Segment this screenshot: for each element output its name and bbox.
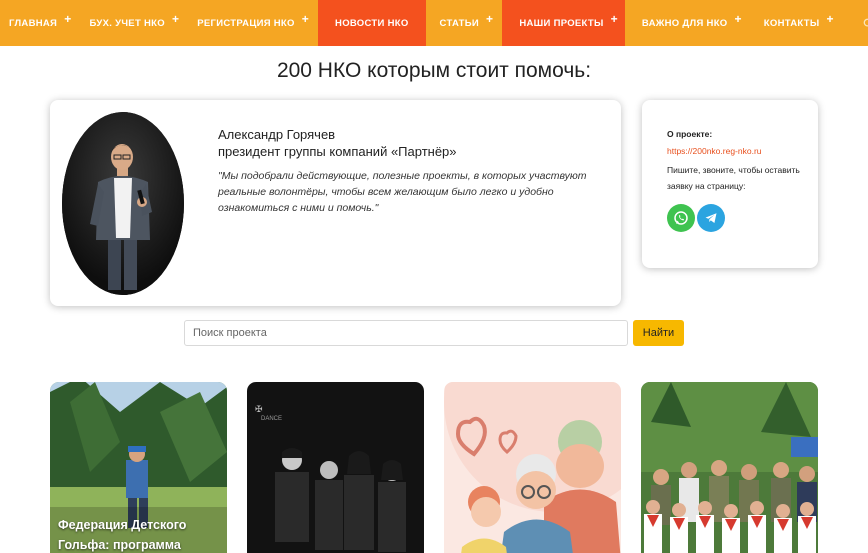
submenu-plus-icon: + — [486, 12, 494, 26]
project-card[interactable]: Федерация Детского Гольфа: программа — [50, 382, 227, 553]
person-name: Александр Горячев — [218, 127, 336, 142]
nav-search-button[interactable] — [843, 0, 868, 46]
nav-item-label: ВАЖНО ДЛЯ НКО — [641, 17, 728, 29]
project-image — [444, 382, 621, 553]
search-icon — [863, 18, 868, 27]
nav-item-label: БУХ. УЧЕТ НКО — [89, 17, 165, 29]
main-nav: ГЛАВНАЯ + БУХ. УЧЕТ НКО + РЕГИСТРАЦИЯ НК… — [0, 0, 868, 46]
page-title: 200 НКО которым стоит помочь: — [276, 59, 592, 82]
project-image — [641, 382, 818, 553]
nav-item-label: КОНТАКТЫ — [763, 17, 820, 29]
nav-item-main[interactable]: ГЛАВНАЯ + — [0, 0, 81, 46]
about-label: О проекте: — [667, 129, 713, 139]
nav-item-projects[interactable]: НАШИ ПРОЕКТЫ + — [502, 0, 625, 46]
submenu-plus-icon: + — [826, 12, 834, 26]
person-quote: "Мы подобрали действующие, полезные прое… — [218, 170, 587, 214]
nav-item-label: СТАТЬИ — [439, 17, 480, 29]
submenu-plus-icon: + — [171, 12, 180, 26]
person-role: президент группы компаний «Партнёр» — [218, 144, 457, 159]
nav-item-label: НОВОСТИ НКО — [335, 17, 409, 29]
submenu-plus-icon: + — [610, 12, 618, 26]
search-button[interactable]: Найти — [633, 320, 684, 346]
nav-item-accounting[interactable]: БУХ. УЧЕТ НКО + — [81, 0, 189, 46]
whatsapp-icon[interactable] — [667, 204, 695, 232]
project-card[interactable] — [641, 382, 818, 553]
svg-text:✠: ✠ — [255, 404, 263, 414]
submenu-plus-icon: + — [734, 12, 742, 26]
about-text: Пишите, звоните, чтобы оставить заявку н… — [667, 165, 800, 191]
nav-item-important[interactable]: ВАЖНО ДЛЯ НКО + — [625, 0, 751, 46]
project-card[interactable] — [444, 382, 621, 553]
about-card: О проекте: https://200nko.reg-nko.ru Пиш… — [642, 100, 818, 268]
search-input[interactable] — [184, 320, 628, 346]
svg-text:DANCE: DANCE — [261, 416, 282, 422]
nav-item-articles[interactable]: СТАТЬИ + — [426, 0, 503, 46]
project-card[interactable]: ✠ DANCE — [247, 382, 424, 553]
intro-card: Александр Горячев президент группы компа… — [50, 100, 621, 306]
portrait-photo — [62, 112, 184, 295]
nav-item-label: РЕГИСТРАЦИЯ НКО — [197, 17, 295, 29]
nav-item-label: НАШИ ПРОЕКТЫ — [519, 17, 604, 29]
project-title: Федерация Детского Гольфа: программа — [58, 518, 187, 552]
project-link[interactable]: https://200nko.reg-nko.ru — [667, 146, 762, 156]
project-image: ✠ DANCE — [247, 382, 424, 553]
nav-item-label: ГЛАВНАЯ — [9, 17, 58, 29]
nav-item-registration[interactable]: РЕГИСТРАЦИЯ НКО + — [188, 0, 318, 46]
telegram-icon[interactable] — [697, 204, 725, 232]
nav-item-contacts[interactable]: КОНТАКТЫ + — [751, 0, 843, 46]
submenu-plus-icon: + — [64, 12, 72, 26]
nav-item-news[interactable]: НОВОСТИ НКО — [318, 0, 426, 46]
submenu-plus-icon: + — [301, 12, 310, 26]
